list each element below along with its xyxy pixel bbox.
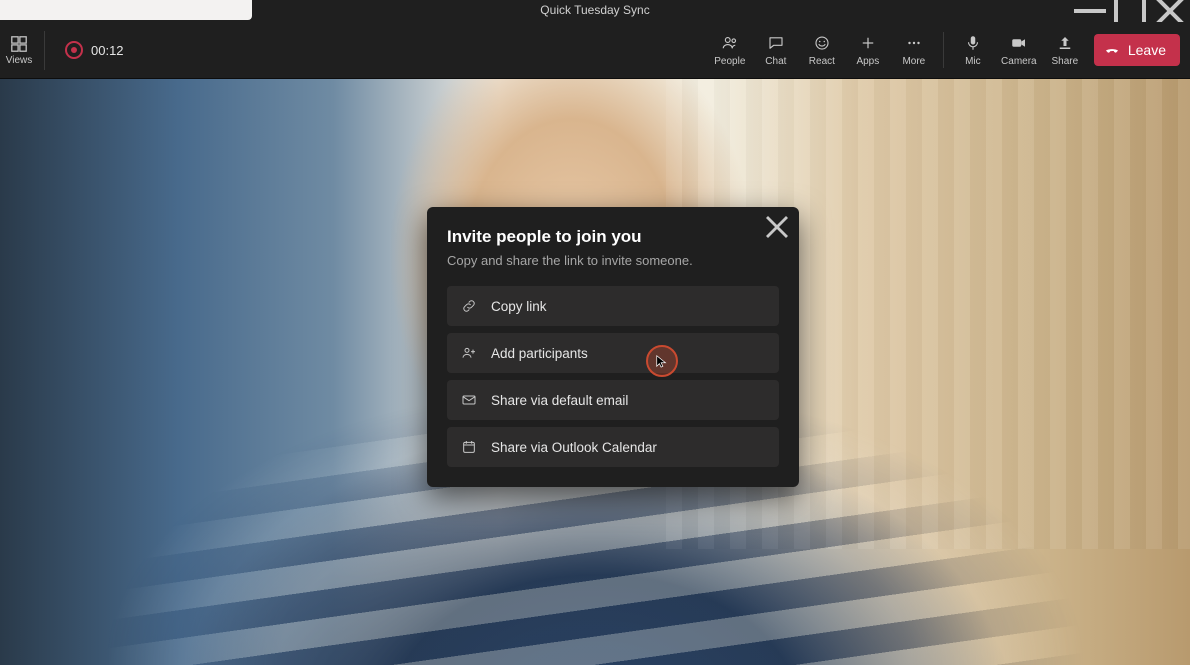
modal-subtitle: Copy and share the link to invite someon…: [447, 253, 779, 268]
mic-icon: [964, 34, 982, 52]
add-participants-icon: [461, 345, 477, 361]
titlebar: Quick Tuesday Sync: [0, 0, 1190, 22]
more-icon: [905, 34, 923, 52]
people-label: People: [714, 56, 745, 67]
close-icon: [765, 215, 789, 239]
camera-label: Camera: [1001, 56, 1037, 67]
more-button[interactable]: More: [891, 27, 937, 73]
recording-time: 00:12: [91, 43, 124, 58]
more-label: More: [902, 56, 925, 67]
minimize-button[interactable]: [1070, 0, 1110, 22]
window-controls: [1070, 0, 1190, 22]
copy-link-option[interactable]: Copy link: [447, 286, 779, 326]
apps-icon: [859, 34, 877, 52]
recording-indicator[interactable]: 00:12: [65, 41, 124, 59]
toolbar-separator: [943, 32, 944, 68]
chat-icon: [767, 34, 785, 52]
share-button[interactable]: Share: [1042, 27, 1088, 73]
meeting-toolbar: Views 00:12 People Chat React Apps More …: [0, 22, 1190, 79]
react-button[interactable]: React: [799, 27, 845, 73]
hangup-icon: [1104, 42, 1120, 58]
mic-button[interactable]: Mic: [950, 27, 996, 73]
share-email-label: Share via default email: [491, 393, 628, 408]
share-label: Share: [1052, 56, 1079, 67]
react-label: React: [809, 56, 835, 67]
link-icon: [461, 298, 477, 314]
share-icon: [1056, 34, 1074, 52]
modal-title: Invite people to join you: [447, 227, 779, 247]
share-outlook-option[interactable]: Share via Outlook Calendar: [447, 427, 779, 467]
close-window-button[interactable]: [1150, 0, 1190, 22]
add-participants-option[interactable]: Add participants: [447, 333, 779, 373]
video-area: Invite people to join you Copy and share…: [0, 79, 1190, 665]
leave-label: Leave: [1128, 42, 1166, 58]
modal-close-button[interactable]: [765, 215, 789, 239]
camera-button[interactable]: Camera: [996, 27, 1042, 73]
invite-modal: Invite people to join you Copy and share…: [427, 207, 799, 487]
email-icon: [461, 392, 477, 408]
share-outlook-label: Share via Outlook Calendar: [491, 440, 657, 455]
views-label: Views: [6, 55, 33, 66]
record-icon: [65, 41, 83, 59]
people-button[interactable]: People: [707, 27, 753, 73]
chat-button[interactable]: Chat: [753, 27, 799, 73]
titlebar-tab-stub: [0, 0, 252, 20]
apps-button[interactable]: Apps: [845, 27, 891, 73]
maximize-button[interactable]: [1110, 0, 1150, 22]
react-icon: [813, 34, 831, 52]
chat-label: Chat: [765, 56, 786, 67]
window-title: Quick Tuesday Sync: [540, 3, 649, 17]
apps-label: Apps: [856, 56, 879, 67]
leave-button[interactable]: Leave: [1094, 34, 1180, 66]
views-button[interactable]: Views: [0, 31, 45, 70]
add-participants-label: Add participants: [491, 346, 588, 361]
camera-icon: [1010, 34, 1028, 52]
mic-label: Mic: [965, 56, 981, 67]
share-email-option[interactable]: Share via default email: [447, 380, 779, 420]
outlook-calendar-icon: [461, 439, 477, 455]
copy-link-label: Copy link: [491, 299, 547, 314]
views-icon: [10, 35, 28, 53]
people-icon: [721, 34, 739, 52]
